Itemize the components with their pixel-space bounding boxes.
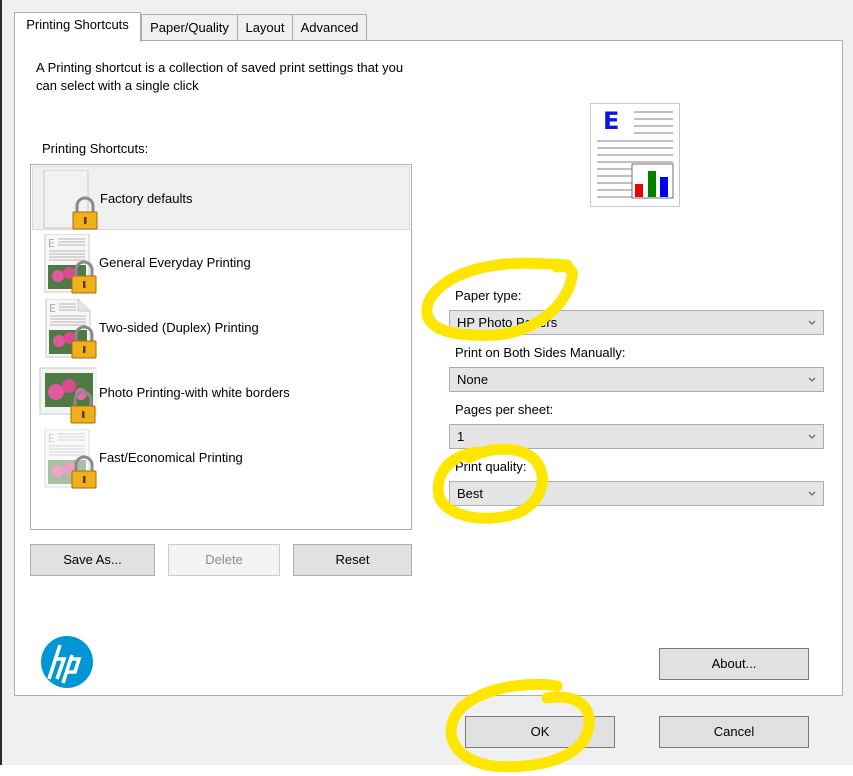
shortcuts-list-label: Printing Shortcuts: [42, 141, 149, 156]
tab-paper-quality[interactable]: Paper/Quality [141, 14, 238, 41]
cancel-button[interactable]: Cancel [659, 716, 809, 748]
shortcut-item-fast-economical[interactable]: E Fast/Economical Printing [32, 426, 410, 490]
tab-advanced[interactable]: Advanced [292, 14, 367, 41]
shortcut-item-label: Photo Printing-with white borders [99, 385, 290, 400]
paper-type-value: HP Photo Papers [457, 315, 558, 330]
shortcut-item-label: Factory defaults [100, 191, 193, 206]
printing-preferences-dialog: Printing Shortcuts Paper/Quality Layout … [0, 0, 853, 773]
hp-logo [41, 636, 93, 688]
both-sides-value: None [457, 372, 489, 387]
shortcut-item-label: Fast/Economical Printing [99, 450, 243, 465]
pages-per-sheet-select[interactable]: 1 [449, 424, 824, 449]
svg-text:E: E [603, 107, 619, 135]
ok-button[interactable]: OK [465, 716, 615, 748]
chevron-down-icon [808, 434, 816, 439]
print-quality-label: Print quality: [455, 459, 527, 474]
chevron-down-icon [808, 377, 816, 382]
svg-text:E: E [48, 432, 55, 445]
shortcuts-list[interactable]: Factory defaults E General Everyday Prin… [30, 164, 412, 530]
about-button[interactable]: About... [659, 648, 809, 680]
both-sides-label: Print on Both Sides Manually: [455, 345, 626, 360]
chevron-down-icon [808, 320, 816, 325]
pages-per-sheet-value: 1 [457, 429, 465, 444]
chevron-down-icon [808, 491, 816, 496]
blank-page-locked-icon [43, 170, 98, 230]
save-as-button[interactable]: Save As... [30, 544, 155, 576]
paper-type-select[interactable]: HP Photo Papers [449, 310, 824, 335]
shortcut-item-general-everyday[interactable]: E General Everyday Printing [32, 231, 410, 295]
print-quality-select[interactable]: Best [449, 481, 824, 506]
shortcut-item-label: General Everyday Printing [99, 255, 251, 270]
document-photo-locked-icon: E [44, 234, 97, 294]
svg-text:E: E [49, 302, 56, 315]
paper-type-label: Paper type: [455, 288, 522, 303]
shortcut-description: A Printing shortcut is a collection of s… [36, 60, 404, 93]
tab-panel: A Printing shortcut is a collection of s… [14, 40, 843, 696]
faded-document-locked-icon: E [44, 429, 97, 489]
shortcut-item-two-sided[interactable]: E Two-sided (Duplex) Printing [32, 296, 410, 360]
svg-text:E: E [48, 237, 55, 250]
duplex-document-locked-icon: E [45, 299, 97, 359]
shortcut-item-label: Two-sided (Duplex) Printing [99, 320, 259, 335]
photo-locked-icon [39, 367, 97, 424]
reset-button[interactable]: Reset [293, 544, 412, 576]
tab-printing-shortcuts[interactable]: Printing Shortcuts [14, 12, 141, 42]
both-sides-select[interactable]: None [449, 367, 824, 392]
tab-layout[interactable]: Layout [237, 14, 293, 41]
pages-per-sheet-label: Pages per sheet: [455, 402, 554, 417]
shortcut-item-photo-printing[interactable]: Photo Printing-with white borders [32, 361, 410, 425]
print-quality-value: Best [457, 486, 484, 501]
document-preview-image: E [590, 103, 680, 207]
shortcut-item-factory-defaults[interactable]: Factory defaults [32, 166, 410, 230]
delete-button[interactable]: Delete [168, 544, 280, 576]
